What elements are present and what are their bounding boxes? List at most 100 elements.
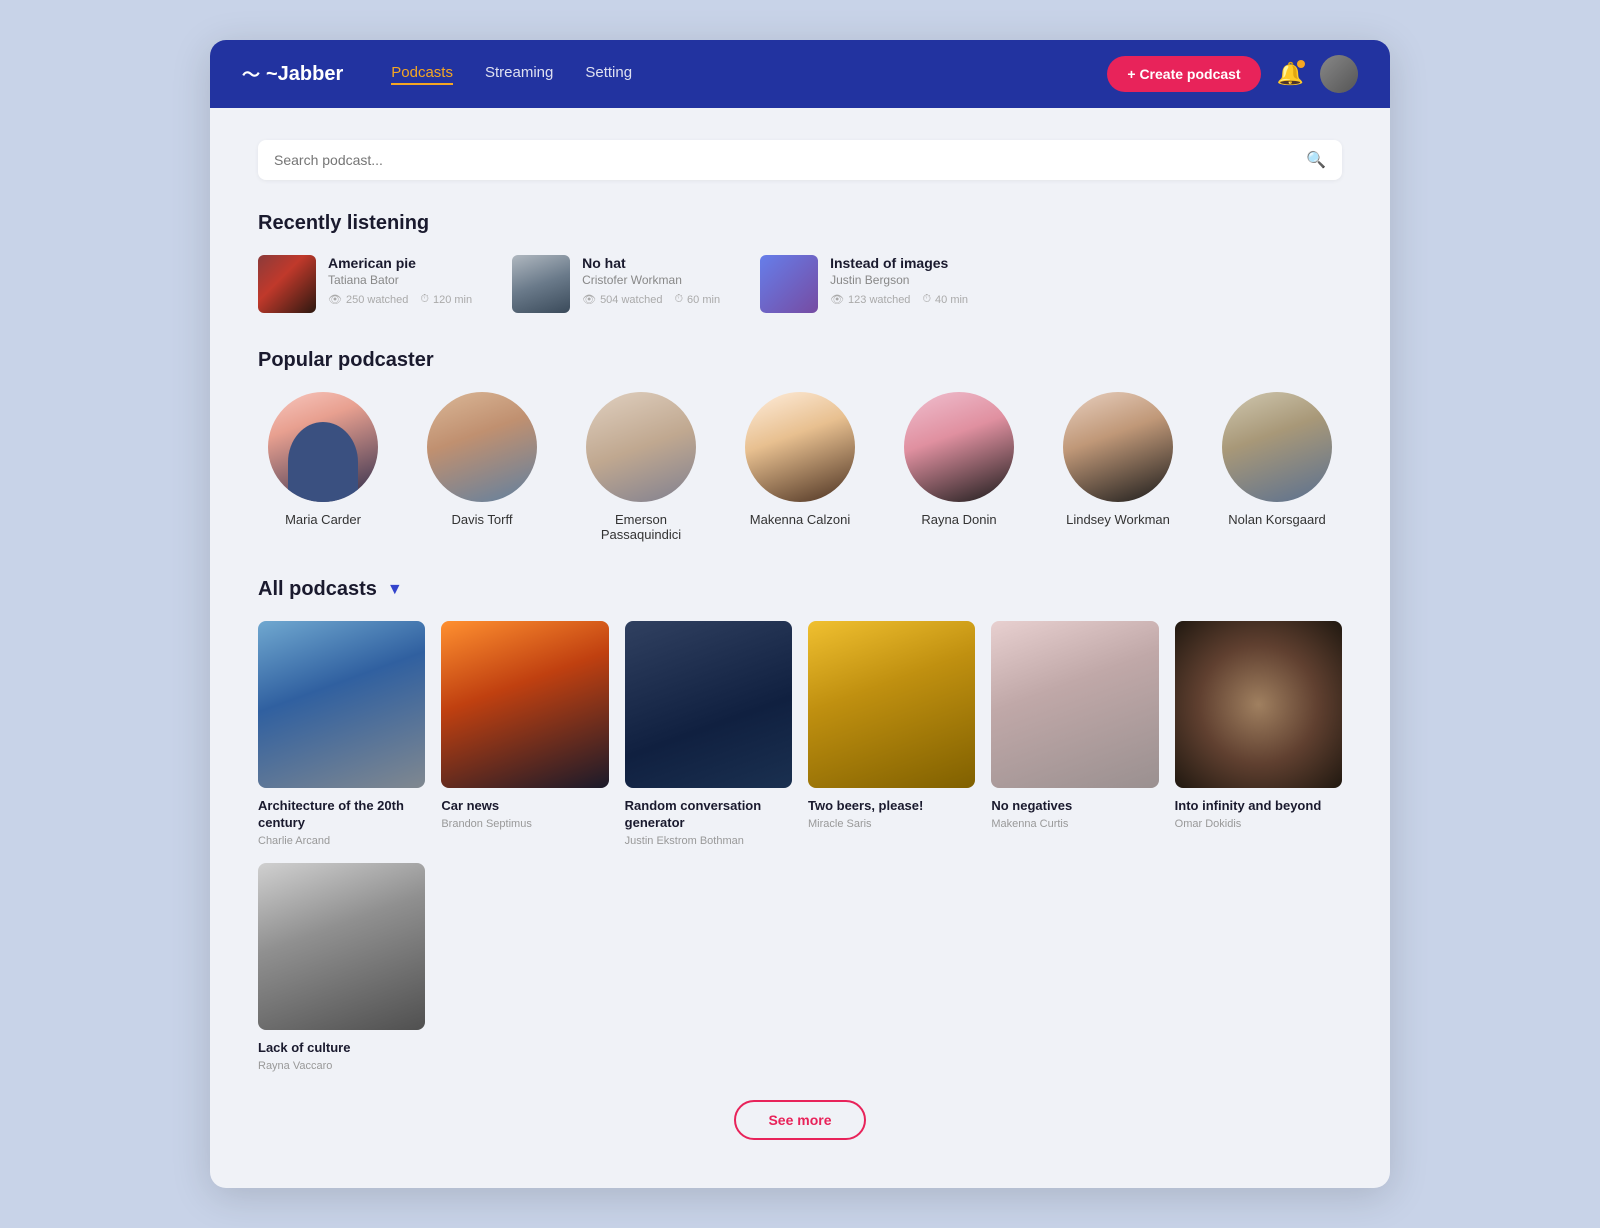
logo-icon: 〜 (242, 61, 260, 87)
podcaster-3[interactable]: Makenna Calzoni (735, 392, 865, 542)
app-logo[interactable]: 〜 ~Jabber (242, 61, 343, 87)
recent-item-2[interactable]: Instead of images Justin Bergson 👁 123 w… (760, 255, 968, 313)
podcast-card-3[interactable]: Two beers, please! Miracle Saris (808, 621, 975, 847)
podcaster-name-3: Makenna Calzoni (750, 512, 850, 527)
podcaster-avatar-0 (268, 392, 378, 502)
podcaster-avatar-4 (904, 392, 1014, 502)
nav-links: Podcasts Streaming Setting (391, 64, 1075, 85)
podcast-thumb-1 (441, 621, 608, 788)
app-container: 〜 ~Jabber Podcasts Streaming Setting + C… (210, 40, 1390, 1188)
recent-items-list: American pie Tatiana Bator 👁 250 watched… (258, 255, 1342, 313)
podcaster-6[interactable]: Nolan Korsgaard (1212, 392, 1342, 542)
podcaster-name-6: Nolan Korsgaard (1228, 512, 1326, 527)
podcaster-5[interactable]: Lindsey Workman (1053, 392, 1183, 542)
podcaster-name-4: Rayna Donin (921, 512, 996, 527)
see-more-wrap: See more (258, 1100, 1342, 1140)
recent-title-0: American pie (328, 255, 472, 271)
podcaster-0[interactable]: Maria Carder (258, 392, 388, 542)
user-avatar[interactable] (1320, 55, 1358, 93)
podcaster-avatar-2 (586, 392, 696, 502)
navbar: 〜 ~Jabber Podcasts Streaming Setting + C… (210, 40, 1390, 108)
podcast-author-2: Justin Ekstrom Bothman (625, 835, 792, 847)
podcast-thumb-4 (991, 621, 1158, 788)
podcast-author-4: Makenna Curtis (991, 818, 1158, 830)
recent-title-2: Instead of images (830, 255, 968, 271)
podcast-card-4[interactable]: No negatives Makenna Curtis (991, 621, 1158, 847)
create-podcast-button[interactable]: + Create podcast (1107, 56, 1260, 92)
eye-icon-1: 👁 (582, 293, 596, 306)
search-input[interactable] (274, 152, 1306, 168)
podcaster-avatar-1 (427, 392, 537, 502)
podcaster-avatar-3 (745, 392, 855, 502)
main-content: 🔍 Recently listening American pie Tatian… (210, 108, 1390, 1188)
recent-watched-1: 👁 504 watched (582, 293, 662, 306)
see-more-button[interactable]: See more (734, 1100, 865, 1140)
all-podcasts-header: All podcasts ▼ (258, 578, 1342, 601)
podcast-author-6: Rayna Vaccaro (258, 1060, 425, 1072)
nav-podcasts[interactable]: Podcasts (391, 64, 453, 85)
recently-listening-section: Recently listening American pie Tatiana … (258, 212, 1342, 313)
recent-duration-1: ⏱ 60 min (674, 293, 720, 306)
avatar-image (1320, 55, 1358, 93)
recent-thumb-1 (512, 255, 570, 313)
podcast-thumb-3 (808, 621, 975, 788)
navbar-right: + Create podcast 🔔 (1107, 55, 1358, 93)
podcast-title-6: Lack of culture (258, 1040, 425, 1057)
podcast-card-6[interactable]: Lack of culture Rayna Vaccaro (258, 863, 425, 1072)
podcaster-name-2: Emerson Passaquindici (576, 512, 706, 542)
logo-text: ~Jabber (266, 63, 343, 86)
eye-icon-0: 👁 (328, 293, 342, 306)
podcast-thumb-5 (1175, 621, 1342, 788)
podcast-card-1[interactable]: Car news Brandon Septimus (441, 621, 608, 847)
podcaster-2[interactable]: Emerson Passaquindici (576, 392, 706, 542)
podcast-title-0: Architecture of the 20th century (258, 798, 425, 832)
recently-listening-title: Recently listening (258, 212, 1342, 235)
podcast-author-0: Charlie Arcand (258, 835, 425, 847)
clock-icon-1: ⏱ (674, 293, 683, 306)
podcaster-avatar-5 (1063, 392, 1173, 502)
recent-meta-1: 👁 504 watched ⏱ 60 min (582, 293, 720, 306)
podcasts-grid: Architecture of the 20th century Charlie… (258, 621, 1342, 1072)
all-podcasts-title: All podcasts (258, 578, 377, 601)
recent-info-2: Instead of images Justin Bergson 👁 123 w… (830, 255, 968, 306)
podcast-author-1: Brandon Septimus (441, 818, 608, 830)
podcaster-4[interactable]: Rayna Donin (894, 392, 1024, 542)
popular-podcasters-title: Popular podcaster (258, 349, 1342, 372)
bell-notification-dot (1297, 60, 1305, 68)
podcast-title-5: Into infinity and beyond (1175, 798, 1342, 815)
recent-info-1: No hat Cristofer Workman 👁 504 watched ⏱… (582, 255, 720, 306)
search-icon: 🔍 (1306, 150, 1326, 170)
podcaster-1[interactable]: Davis Torff (417, 392, 547, 542)
podcast-title-1: Car news (441, 798, 608, 815)
podcast-author-5: Omar Dokidis (1175, 818, 1342, 830)
recent-thumb-0 (258, 255, 316, 313)
podcast-title-4: No negatives (991, 798, 1158, 815)
podcast-card-0[interactable]: Architecture of the 20th century Charlie… (258, 621, 425, 847)
recent-duration-0: ⏱ 120 min (420, 293, 472, 306)
recent-meta-2: 👁 123 watched ⏱ 40 min (830, 293, 968, 306)
podcast-author-3: Miracle Saris (808, 818, 975, 830)
recent-author-2: Justin Bergson (830, 273, 968, 287)
recent-title-1: No hat (582, 255, 720, 271)
podcast-card-5[interactable]: Into infinity and beyond Omar Dokidis (1175, 621, 1342, 847)
recent-item-1[interactable]: No hat Cristofer Workman 👁 504 watched ⏱… (512, 255, 720, 313)
recent-info-0: American pie Tatiana Bator 👁 250 watched… (328, 255, 472, 306)
recent-watched-2: 👁 123 watched (830, 293, 910, 306)
bell-icon[interactable]: 🔔 (1277, 61, 1304, 87)
search-bar: 🔍 (258, 140, 1342, 180)
nav-streaming[interactable]: Streaming (485, 64, 553, 85)
popular-podcasters-section: Popular podcaster Maria Carder Davis Tor… (258, 349, 1342, 542)
all-podcasts-section: All podcasts ▼ Architecture of the 20th … (258, 578, 1342, 1140)
podcast-card-2[interactable]: Random conversation generator Justin Eks… (625, 621, 792, 847)
podcast-thumb-6 (258, 863, 425, 1030)
recent-duration-2: ⏱ 40 min (922, 293, 968, 306)
filter-icon[interactable]: ▼ (387, 581, 403, 599)
recent-item-0[interactable]: American pie Tatiana Bator 👁 250 watched… (258, 255, 472, 313)
clock-icon-0: ⏱ (420, 293, 429, 306)
nav-setting[interactable]: Setting (585, 64, 632, 85)
podcast-title-3: Two beers, please! (808, 798, 975, 815)
podcaster-name-1: Davis Torff (452, 512, 513, 527)
podcasters-grid: Maria Carder Davis Torff Emerson Passaqu… (258, 392, 1342, 542)
podcast-title-2: Random conversation generator (625, 798, 792, 832)
clock-icon-2: ⏱ (922, 293, 931, 306)
